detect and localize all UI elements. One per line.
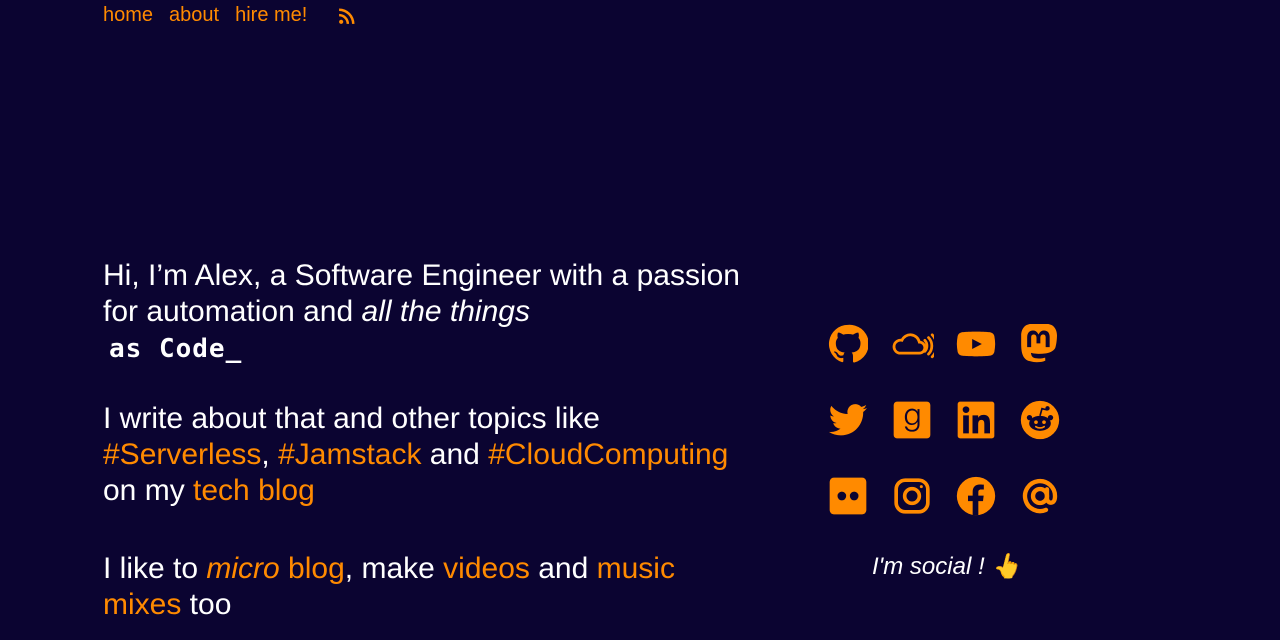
tag-cloudcomputing-link[interactable]: #CloudComputing	[488, 438, 728, 471]
separator: ,	[261, 438, 279, 471]
tag-jamstack-link[interactable]: #Jamstack	[278, 438, 421, 471]
reddit-icon[interactable]	[1018, 398, 1062, 442]
soundcloud-icon[interactable]	[890, 322, 934, 366]
linkedin-icon[interactable]	[954, 398, 998, 442]
facebook-icon[interactable]	[954, 474, 998, 518]
social-caption: I'm social ! 👆	[872, 553, 1022, 580]
micro-text: micro	[206, 552, 280, 585]
nav-about-link[interactable]: about	[169, 4, 219, 27]
blog-text: blog	[279, 552, 345, 585]
topics-paragraph: I write about that and other topics like…	[103, 401, 743, 509]
youtube-icon[interactable]	[954, 322, 998, 366]
too-text: too	[181, 588, 232, 621]
github-icon[interactable]	[826, 322, 870, 366]
instagram-icon[interactable]	[890, 474, 934, 518]
videos-link[interactable]: videos	[443, 552, 530, 585]
flickr-icon[interactable]	[826, 474, 870, 518]
micro-blog-link[interactable]: micro blog	[206, 552, 344, 585]
top-nav: home about hire me!	[103, 4, 373, 27]
make-text: , make	[344, 552, 444, 585]
mastodon-icon[interactable]	[1018, 322, 1062, 366]
goodreads-icon[interactable]	[890, 398, 934, 442]
intro-emphasis: all the things	[361, 295, 530, 328]
on-my-text: on my	[103, 474, 194, 507]
nav-home-link[interactable]: home	[103, 4, 153, 27]
twitter-icon[interactable]	[826, 398, 870, 442]
tech-blog-link[interactable]: tech blog	[193, 474, 315, 507]
activities-text: I like to	[103, 552, 207, 585]
activities-paragraph: I like to micro blog, make videos and mu…	[103, 551, 743, 623]
intro-paragraph: Hi, I’m Alex, a Software Engineer with a…	[103, 258, 743, 367]
nav-hire-link[interactable]: hire me!	[235, 4, 307, 27]
and-text: and	[421, 438, 489, 471]
rss-icon[interactable]	[337, 6, 357, 26]
social-links	[826, 322, 1066, 518]
email-icon[interactable]	[1018, 474, 1062, 518]
tag-serverless-link[interactable]: #Serverless	[103, 438, 261, 471]
intro-section: Hi, I’m Alex, a Software Engineer with a…	[103, 258, 743, 623]
as-code-text: as Code_	[109, 334, 243, 364]
and-text-2: and	[529, 552, 597, 585]
topics-text: I write about that and other topics like	[103, 402, 600, 435]
